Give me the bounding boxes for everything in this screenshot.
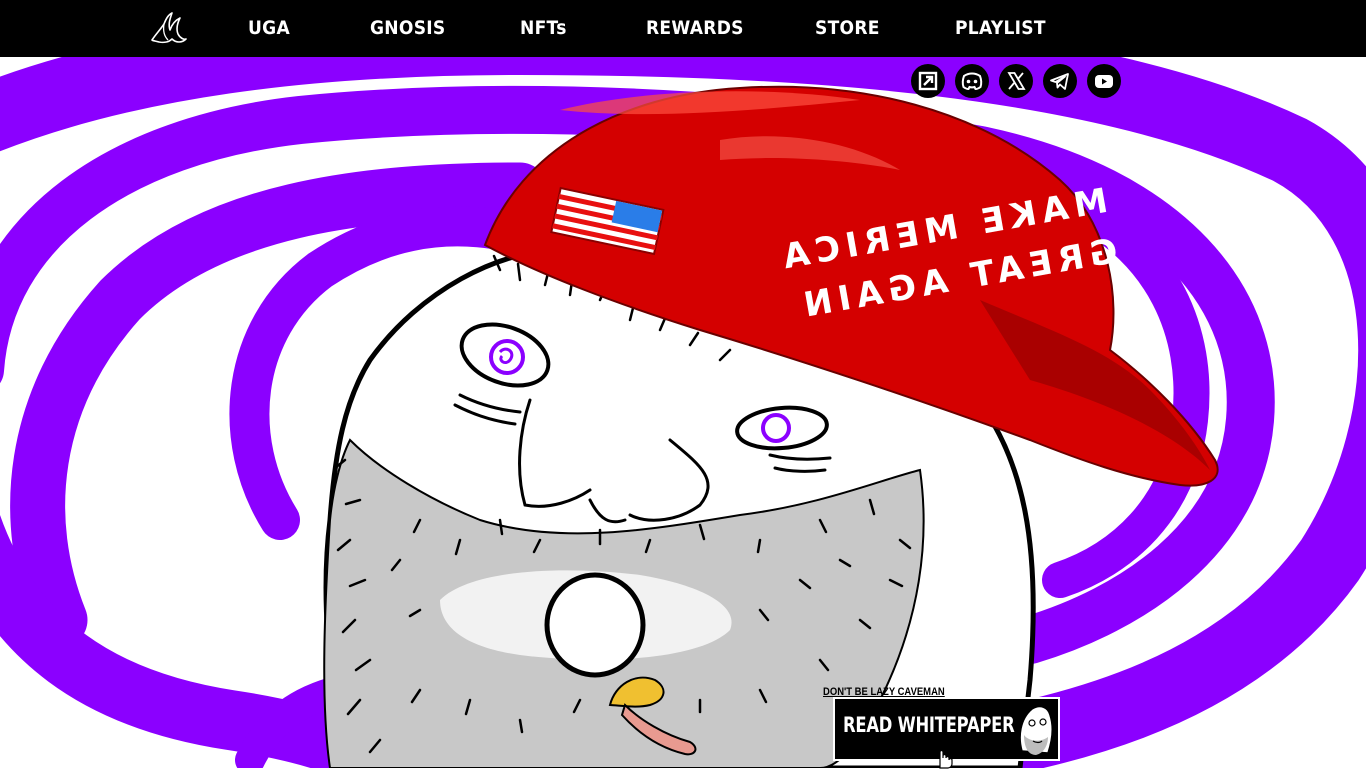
x-icon[interactable] — [999, 64, 1033, 98]
hypnotic-caveman-illustration: MAKE MERICA GREAT AGAIN — [0, 57, 1366, 768]
read-whitepaper-label: READ WHITEPAPER — [843, 713, 1015, 737]
banana-peel-icon[interactable] — [146, 10, 190, 46]
nav-uga[interactable]: UGA — [248, 0, 290, 57]
nav-nfts[interactable]: NFTs — [520, 0, 567, 57]
telegram-icon[interactable] — [1043, 64, 1077, 98]
top-navigation-bar: UGA GNOSIS NFTs REWARDS STORE PLAYLIST — [0, 0, 1366, 57]
hero-artwork: MAKE MERICA GREAT AGAIN — [0, 57, 1366, 768]
nav-playlist[interactable]: PLAYLIST — [955, 0, 1046, 57]
hand-cursor-icon — [939, 749, 953, 769]
nav-rewards[interactable]: REWARDS — [646, 0, 744, 57]
nav-store[interactable]: STORE — [815, 0, 880, 57]
discord-icon[interactable] — [955, 64, 989, 98]
chart-icon[interactable] — [911, 64, 945, 98]
youtube-icon[interactable] — [1087, 64, 1121, 98]
nav-gnosis[interactable]: GNOSIS — [370, 0, 446, 57]
caveman-face-icon — [1019, 705, 1053, 755]
